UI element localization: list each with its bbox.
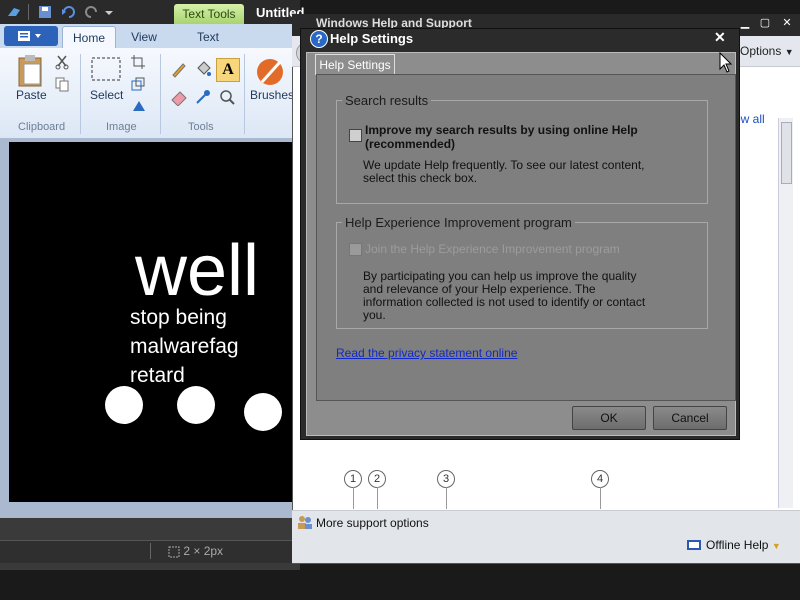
brushes-button[interactable]: Brushes (250, 88, 294, 102)
cancel-button[interactable]: Cancel (653, 406, 727, 430)
drawing-canvas[interactable]: well stop being malwarefag retard (9, 142, 299, 502)
step-pointer (600, 487, 601, 509)
search-results-group (336, 100, 708, 204)
copy-icon[interactable] (54, 76, 70, 95)
options-menu[interactable]: Options ▼ (740, 44, 794, 58)
paste-icon[interactable] (16, 54, 46, 91)
rotate-icon[interactable] (130, 98, 148, 117)
pencil-icon[interactable] (170, 60, 188, 81)
text-tool-icon[interactable]: A (216, 58, 240, 82)
canvas-dot (105, 386, 143, 424)
canvas-dot (244, 393, 282, 431)
save-icon[interactable] (36, 4, 54, 20)
offline-help-label: Offline Help (706, 538, 769, 552)
step-pointer (377, 487, 378, 509)
help-question-icon: ? (310, 30, 328, 48)
dialog-close-icon[interactable]: ✕ (714, 29, 726, 46)
selection-size-icon (168, 546, 180, 558)
select-button[interactable]: Select (90, 88, 123, 102)
selection-size-status: 2 × 2px (168, 544, 223, 558)
customize-quick-access-icon[interactable] (102, 4, 120, 20)
experience-description: By participating you can help us improve… (363, 269, 646, 322)
crop-icon[interactable] (130, 54, 146, 73)
tab-home[interactable]: Home (62, 26, 116, 49)
maximize-icon[interactable]: ▢ (756, 16, 774, 30)
close-icon[interactable]: ✕ (778, 16, 796, 30)
ok-button[interactable]: OK (572, 406, 646, 430)
group-separator (244, 54, 245, 134)
search-description: We update Help frequently. To see our la… (363, 158, 645, 185)
paint-app-icon[interactable] (6, 4, 24, 20)
clipboard-group-label: Clipboard (18, 121, 66, 133)
offline-help-icon (686, 538, 702, 555)
canvas-text-line: malwarefag (130, 335, 239, 358)
tab-text[interactable]: Text (178, 26, 238, 48)
status-separator (150, 543, 151, 559)
step-pointer (446, 487, 447, 509)
canvas-text-large: well (135, 231, 260, 311)
text-tools-contextual-tab[interactable]: Text Tools (174, 4, 244, 24)
step-number: 4 (591, 470, 609, 488)
join-program-checkbox[interactable] (349, 243, 362, 256)
search-results-title: Search results (342, 93, 432, 108)
paint-menu-icon (18, 31, 41, 41)
improve-search-label[interactable]: Improve my search results by using onlin… (365, 123, 655, 151)
tab-help-settings[interactable]: Help Settings (315, 54, 395, 75)
fill-icon[interactable] (194, 60, 212, 81)
group-separator (80, 54, 81, 134)
step-pointer (353, 487, 354, 509)
eraser-icon[interactable] (170, 88, 188, 109)
options-label: Options (740, 44, 782, 58)
image-group-label: Image (106, 121, 137, 133)
redo-icon[interactable] (82, 4, 100, 20)
resize-icon[interactable] (130, 76, 146, 95)
join-program-label[interactable]: Join the Help Experience Improvement pro… (365, 242, 620, 256)
step-number: 3 (437, 470, 455, 488)
people-icon (296, 514, 314, 533)
quick-access-separator (28, 4, 29, 20)
step-number: 2 (368, 470, 386, 488)
improve-search-checkbox[interactable] (349, 129, 362, 142)
canvas-dot (177, 386, 215, 424)
brushes-icon[interactable] (254, 56, 288, 89)
paint-titlebar (0, 0, 300, 24)
cut-icon[interactable] (54, 54, 70, 73)
group-separator (160, 54, 161, 134)
step-number: 1 (344, 470, 362, 488)
canvas-text-line: stop being (130, 306, 227, 329)
chevron-down-icon: ▼ (784, 47, 794, 57)
help-scrollbar-thumb[interactable] (781, 122, 792, 184)
canvas-text-line: retard (130, 364, 185, 387)
experience-program-title: Help Experience Improvement program (342, 215, 575, 230)
magnifier-icon[interactable] (218, 88, 236, 109)
dialog-title: Help Settings (330, 31, 414, 46)
privacy-statement-link[interactable]: Read the privacy statement online (336, 346, 517, 360)
paste-button[interactable]: Paste (16, 88, 47, 102)
tools-group-label: Tools (188, 121, 214, 133)
paint-menu-button[interactable] (4, 26, 58, 46)
tab-view[interactable]: View (120, 26, 168, 48)
color-picker-icon[interactable] (194, 88, 212, 109)
undo-icon[interactable] (60, 4, 78, 20)
offline-help-menu[interactable]: Offline Help ▼ (706, 538, 781, 552)
chevron-down-icon: ▼ (771, 541, 781, 551)
selection-size-text: 2 × 2px (183, 544, 224, 558)
select-icon[interactable] (90, 56, 122, 87)
more-support-options-link[interactable]: More support options (316, 516, 429, 530)
mouse-cursor-icon (719, 51, 733, 77)
